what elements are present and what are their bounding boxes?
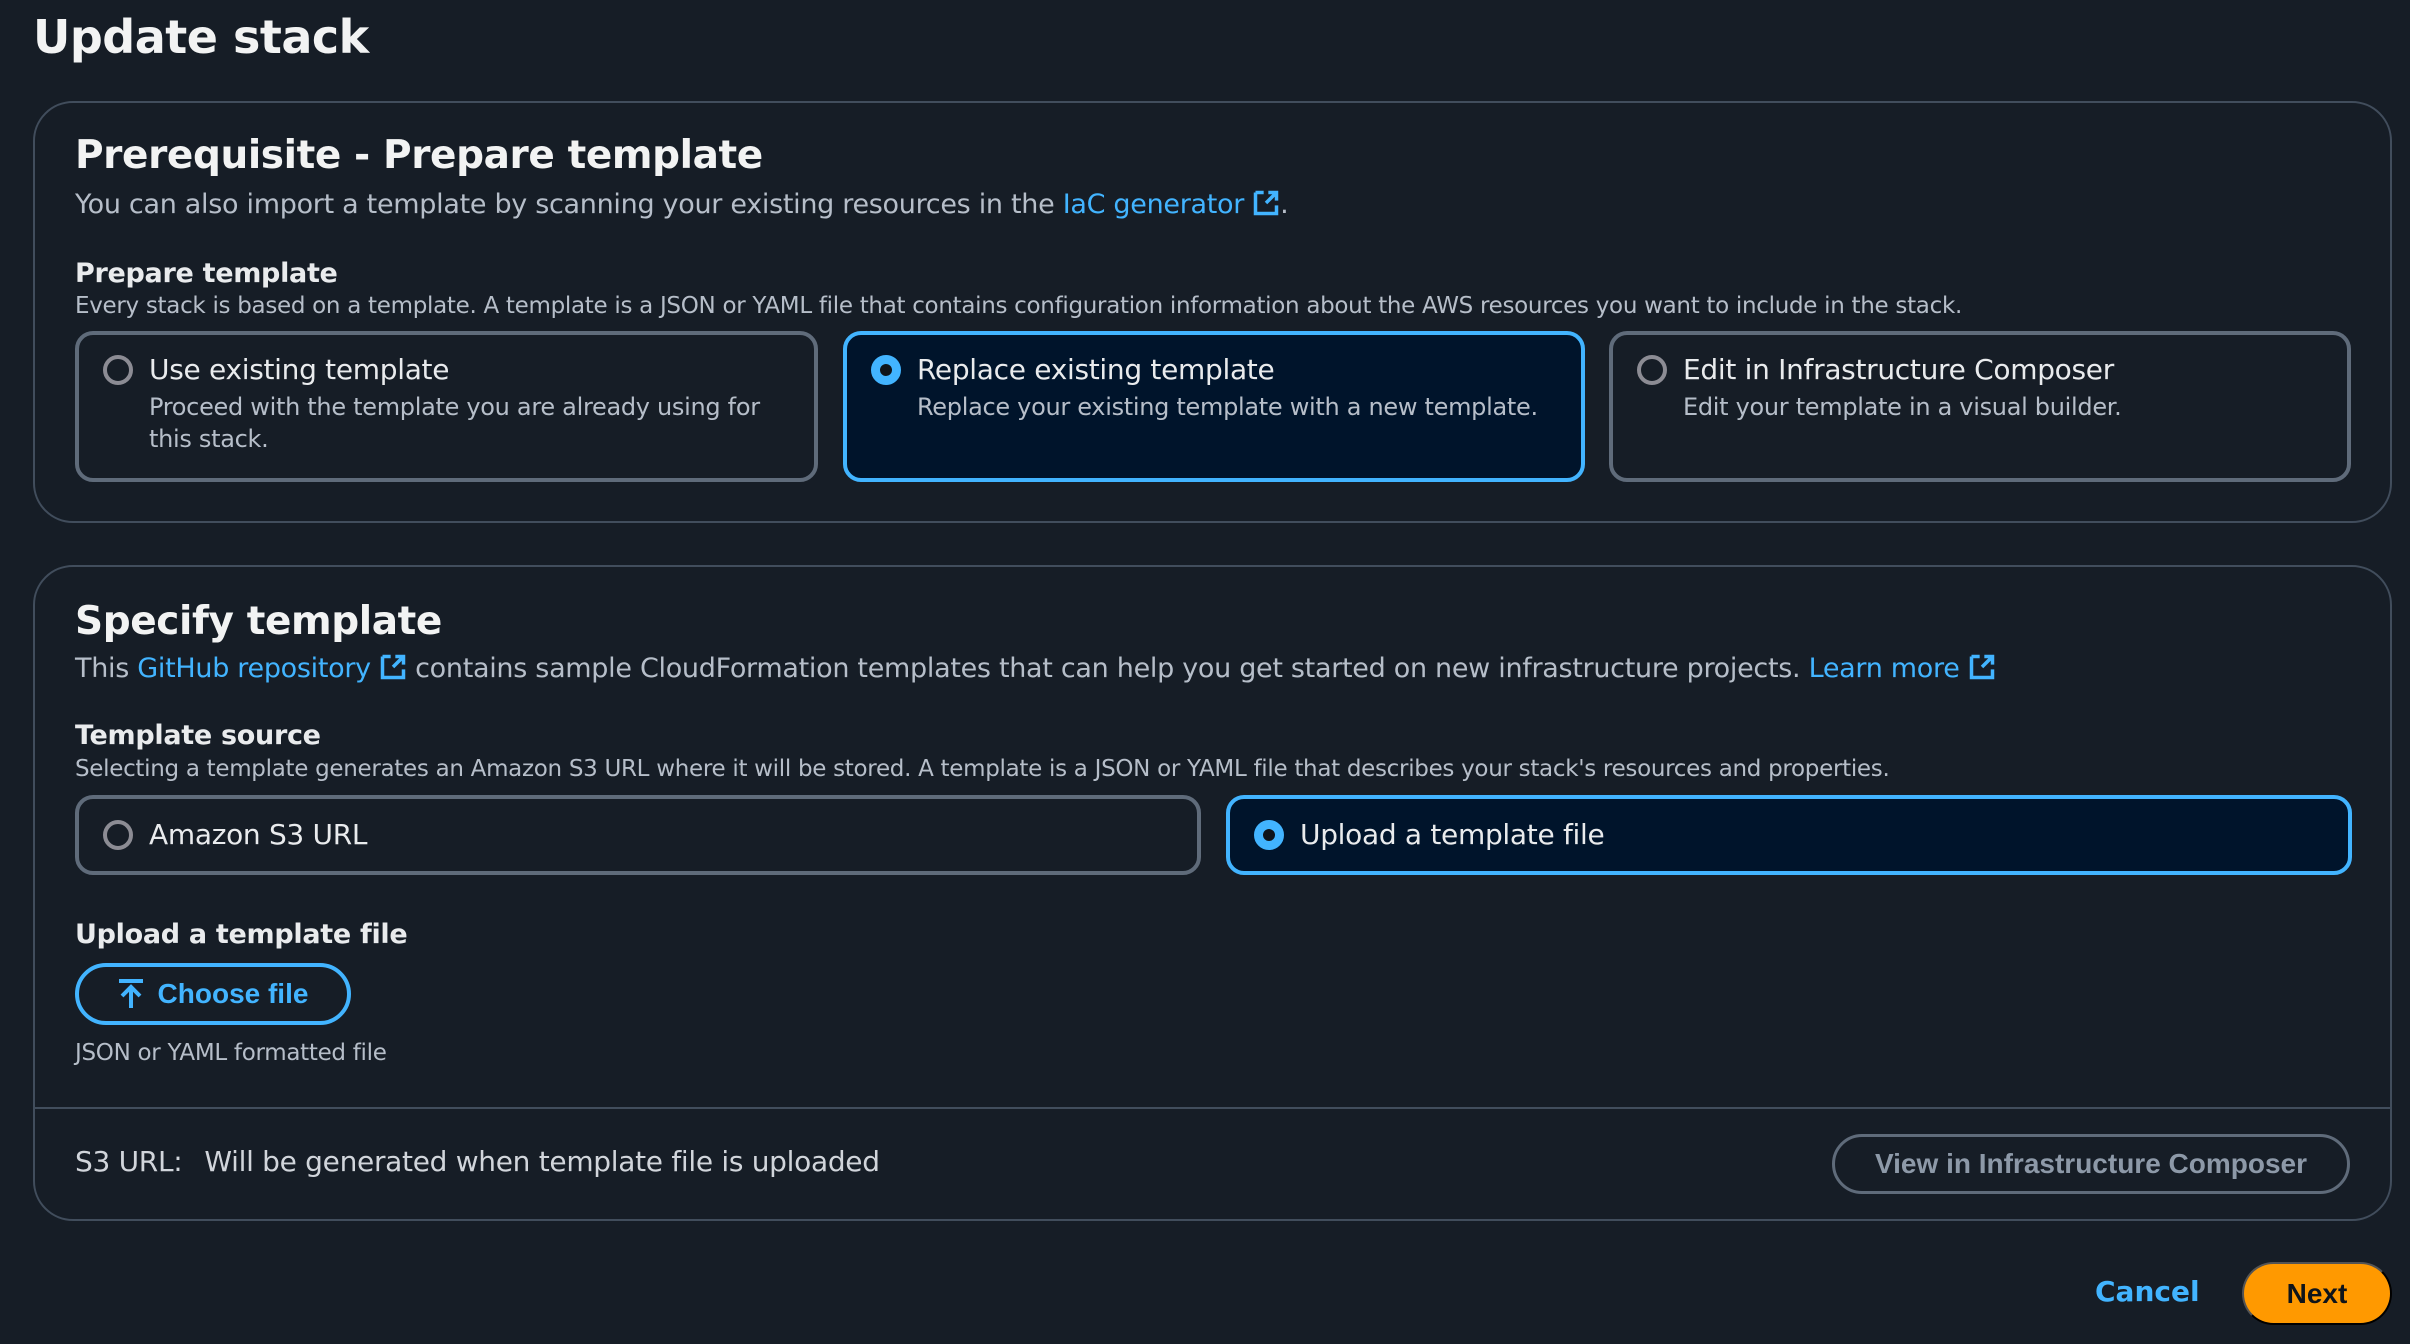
external-link-icon	[1253, 190, 1279, 216]
external-link-icon	[1969, 654, 1994, 680]
option-title: Upload a template file	[1300, 818, 1605, 851]
option-title: Amazon S3 URL	[149, 818, 368, 851]
view-in-infrastructure-composer-button[interactable]: View in Infrastructure Composer	[1832, 1134, 2350, 1194]
option-use-existing-template[interactable]: Use existing template Proceed with the t…	[75, 331, 818, 482]
iac-generator-link-label: IaC generator	[1062, 189, 1245, 220]
external-link-icon	[380, 654, 406, 680]
radio-use-existing[interactable]	[103, 355, 133, 385]
intro-suffix: .	[1280, 189, 1289, 220]
prerequisite-intro: You can also import a template by scanni…	[75, 189, 1289, 220]
cancel-button[interactable]: Cancel	[2095, 1275, 2200, 1308]
iac-generator-link[interactable]: IaC generator	[1063, 189, 1280, 220]
option-replace-existing-template[interactable]: Replace existing template Replace your e…	[843, 331, 1585, 482]
s3-url-value: Will be generated when template file is …	[204, 1145, 880, 1178]
radio-amazon-s3-url[interactable]	[103, 820, 133, 850]
radio-replace-existing[interactable]	[871, 355, 901, 385]
s3-url-row: S3 URL: Will be generated when template f…	[75, 1145, 880, 1178]
specify-template-container: Specify template This GitHub repository …	[33, 565, 2392, 1221]
template-source-description: Selecting a template generates an Amazon…	[75, 756, 1890, 782]
intro-text: You can also import a template by scanni…	[75, 189, 1063, 220]
template-source-label: Template source	[75, 720, 321, 751]
intro-text: This	[75, 653, 138, 684]
option-title: Edit in Infrastructure Composer	[1683, 353, 2114, 386]
option-title: Replace existing template	[917, 353, 1275, 386]
choose-file-button[interactable]: Choose file	[75, 963, 351, 1025]
option-upload-template-file[interactable]: Upload a template file	[1226, 795, 2352, 875]
page-title: Update stack	[33, 10, 369, 64]
option-description: Edit your template in a visual builder.	[1683, 393, 2122, 421]
github-repository-link-label: GitHub repository	[137, 653, 371, 684]
learn-more-label: Learn more	[1808, 653, 1960, 684]
next-button[interactable]: Next	[2242, 1262, 2392, 1325]
option-amazon-s3-url[interactable]: Amazon S3 URL	[75, 795, 1201, 875]
option-description: Proceed with the template you are alread…	[149, 393, 760, 453]
upload-template-file-label: Upload a template file	[75, 919, 408, 950]
option-description: Replace your existing template with a ne…	[917, 393, 1538, 421]
prerequisite-heading: Prerequisite - Prepare template	[75, 133, 763, 178]
divider	[35, 1107, 2390, 1109]
prerequisite-container: Prerequisite - Prepare template You can …	[33, 101, 2392, 523]
upload-hint: JSON or YAML formatted file	[75, 1040, 387, 1066]
learn-more-link[interactable]: Learn more	[1809, 653, 1996, 684]
specify-template-heading: Specify template	[75, 599, 442, 644]
github-repository-link[interactable]: GitHub repository	[137, 653, 407, 684]
intro-middle-text: contains sample CloudFormation templates…	[406, 653, 1809, 684]
option-edit-in-infrastructure-composer[interactable]: Edit in Infrastructure Composer Edit you…	[1609, 331, 2351, 482]
s3-url-key: S3 URL:	[75, 1145, 183, 1178]
radio-edit-in-composer[interactable]	[1637, 355, 1667, 385]
option-title: Use existing template	[149, 353, 450, 386]
prepare-template-description: Every stack is based on a template. A te…	[75, 293, 1962, 319]
radio-upload-template-file[interactable]	[1254, 820, 1284, 850]
upload-icon	[118, 979, 143, 1008]
specify-template-intro: This GitHub repository contains sample C…	[75, 653, 1996, 684]
prepare-template-label: Prepare template	[75, 258, 338, 289]
choose-file-label: Choose file	[157, 978, 309, 1009]
